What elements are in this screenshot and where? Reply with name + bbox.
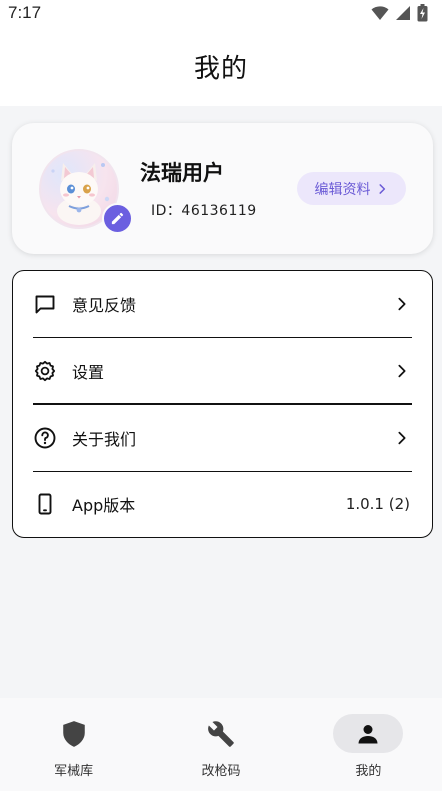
chevron-right-icon xyxy=(398,364,406,378)
app-version-value: 1.0.1 (2) xyxy=(345,495,410,513)
menu-item-feedback[interactable]: 意见反馈 xyxy=(13,271,432,337)
status-bar: 7:17 xyxy=(0,0,442,26)
battery-icon xyxy=(417,4,428,22)
status-icons xyxy=(371,4,428,22)
phone-icon xyxy=(33,492,57,516)
menu-item-label: App版本 xyxy=(72,496,136,515)
username: 法瑞用户 xyxy=(140,161,224,185)
chevron-right-icon xyxy=(398,297,406,311)
nav-armory[interactable]: 军械库 xyxy=(0,698,147,791)
help-circle-icon xyxy=(33,426,57,450)
wrench-icon xyxy=(208,720,234,747)
menu-item-label: 设置 xyxy=(72,363,105,382)
chevron-right-icon xyxy=(378,183,385,194)
edit-profile-label: 编辑资料 xyxy=(314,181,371,198)
chat-bubble-icon xyxy=(33,292,57,316)
menu-item-settings[interactable]: 设置 xyxy=(13,338,432,404)
menu-item-about[interactable]: 关于我们 xyxy=(13,405,432,471)
menu-item-app-version: App版本 1.0.1 (2) xyxy=(13,471,432,537)
nav-mine[interactable]: 我的 xyxy=(295,698,442,791)
nav-label: 改枪码 xyxy=(201,764,241,779)
edit-avatar-button[interactable] xyxy=(102,203,133,234)
edit-profile-button[interactable]: 编辑资料 xyxy=(297,172,406,205)
chevron-right-icon xyxy=(398,431,406,445)
menu-item-label: 关于我们 xyxy=(72,430,137,449)
shield-icon xyxy=(62,720,85,747)
pencil-icon xyxy=(111,212,124,225)
gear-icon xyxy=(33,359,57,383)
signal-icon xyxy=(396,6,410,20)
profile-card: 法瑞用户 ID：46136119 编辑资料 xyxy=(12,123,433,254)
nav-icon-container xyxy=(186,714,256,753)
menu-item-label: 意见反馈 xyxy=(72,296,137,315)
nav-icon-container xyxy=(333,714,404,753)
bottom-nav: 军械库 改枪码 我的 xyxy=(0,698,442,791)
page-title: 我的 xyxy=(193,53,248,84)
status-time: 7:17 xyxy=(8,3,42,22)
wifi-icon xyxy=(371,6,389,20)
nav-icon-container xyxy=(39,714,109,753)
user-id: ID：46136119 xyxy=(151,203,257,219)
menu-card: 意见反馈 设置 关于我们 App版本 1.0.1 (2) xyxy=(12,270,433,538)
avatar-container[interactable] xyxy=(39,149,133,234)
nav-label: 我的 xyxy=(355,764,382,779)
person-icon xyxy=(358,724,378,743)
page-header: 我的 xyxy=(0,26,442,106)
nav-label: 军械库 xyxy=(54,764,94,779)
nav-gun-code[interactable]: 改枪码 xyxy=(147,698,294,791)
